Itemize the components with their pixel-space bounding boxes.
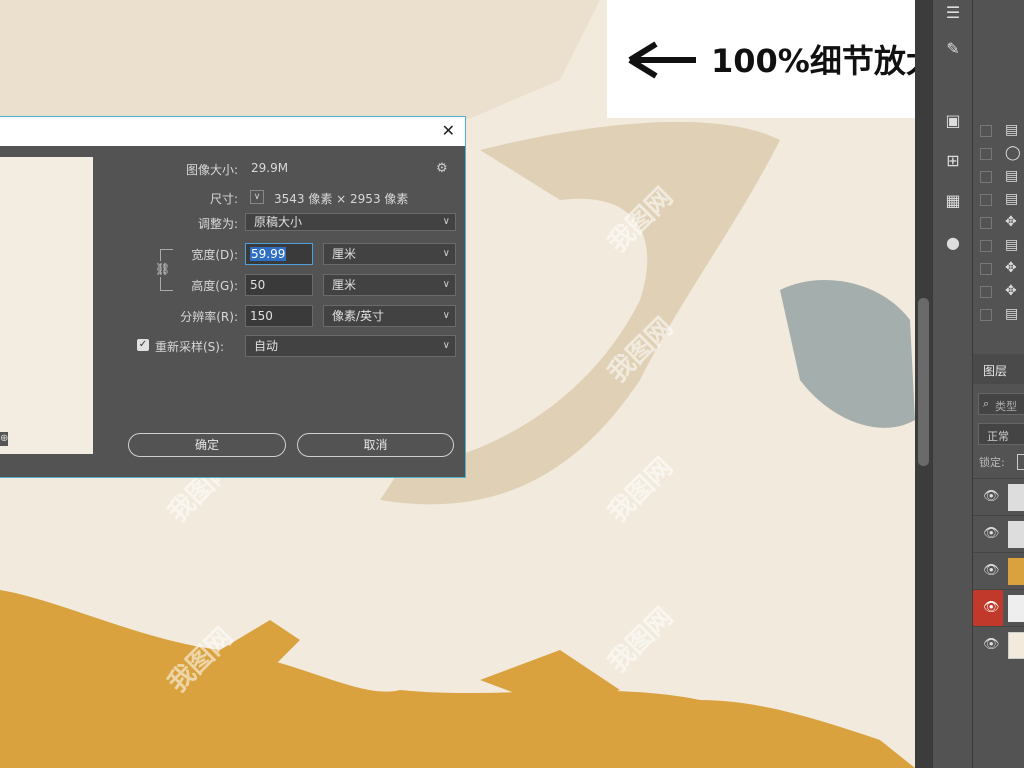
height-unit-select[interactable]: 厘米 ∨ — [323, 274, 456, 296]
layer-filter[interactable]: ⌕ 类型 — [978, 393, 1024, 415]
image-preview: ⊕ — [0, 157, 93, 454]
palette-icon[interactable]: ● — [940, 230, 966, 256]
dialog-titlebar: ✕ — [0, 117, 465, 146]
chevron-down-icon: ∨ — [442, 340, 450, 351]
vertical-scrollbar[interactable] — [915, 0, 932, 768]
resolution-unit-select[interactable]: 像素/英寸 ∨ — [323, 305, 456, 327]
zoom-icon[interactable]: ⊕ — [0, 432, 8, 446]
layer-row[interactable]: 👁 — [973, 552, 1024, 590]
image-size-label: 图像大小: — [185, 163, 238, 177]
layer-thumbnail — [1008, 521, 1024, 548]
chevron-down-icon: ∨ — [442, 310, 450, 321]
image-size-dialog: ✕ ⊕ 图像大小: 29.9M ⚙ 尺寸: ∨ 3543 像素 × 2953 像… — [0, 116, 466, 478]
chevron-down-icon: ∨ — [442, 279, 450, 290]
eye-icon[interactable]: 👁 — [983, 489, 1000, 504]
move-icon[interactable]: ✥ — [1005, 214, 1017, 230]
gear-icon[interactable]: ⚙ — [436, 161, 448, 176]
resolution-field[interactable]: 150 — [245, 305, 313, 327]
fit-to-label: 调整为: — [197, 217, 238, 231]
tool-strip: ☰ ✎ ▣ ⊞ ▦ ● — [932, 0, 973, 768]
resample-label: 重新采样(S): — [155, 340, 225, 354]
document-icon[interactable]: ▤ — [1005, 306, 1018, 322]
image-size-value: 29.9M — [251, 161, 289, 175]
dimensions-value: 3543 像素 × 2953 像素 — [274, 192, 409, 206]
dimensions-label: 尺寸: — [209, 192, 238, 206]
close-icon[interactable]: ✕ — [442, 121, 455, 140]
height-label: 高度(G): — [191, 279, 238, 293]
tab-layers[interactable]: 图层 — [983, 362, 1007, 379]
resample-select[interactable]: 自动 ∨ — [245, 335, 456, 357]
width-unit-select[interactable]: 厘米 ∨ — [323, 243, 456, 265]
document-icon[interactable]: ▤ — [1005, 168, 1018, 184]
chevron-down-icon[interactable]: ∨ — [250, 190, 264, 204]
brush-icon[interactable]: ✎ — [940, 36, 966, 62]
adjust-sliders-icon[interactable]: ☰ — [940, 0, 966, 26]
move-icon[interactable]: ✥ — [1005, 283, 1017, 299]
cancel-button[interactable]: 取消 — [297, 433, 454, 457]
width-label: 宽度(D): — [191, 248, 238, 262]
arrow-left-icon — [628, 40, 698, 80]
layer-thumbnail — [1008, 595, 1024, 622]
document-icon[interactable]: ▤ — [1005, 237, 1018, 253]
eye-icon[interactable]: 👁 — [983, 637, 1000, 652]
lock-transparency-icon[interactable] — [1017, 454, 1024, 470]
width-field[interactable]: 59.99 — [245, 243, 313, 265]
scrollbar-thumb[interactable] — [918, 298, 929, 466]
document-icon[interactable]: ▤ — [1005, 191, 1018, 207]
table-icon[interactable]: ▦ — [940, 188, 966, 214]
blend-mode-select[interactable]: 正常 — [978, 423, 1024, 445]
lock-label: 锁定: — [979, 456, 1005, 469]
search-icon: ⌕ — [983, 397, 990, 410]
height-field[interactable]: 50 — [245, 274, 313, 296]
layer-row[interactable]: 👁 — [973, 478, 1024, 516]
layer-row[interactable]: 👁 — [973, 589, 1024, 627]
eye-icon[interactable]: 👁 — [983, 563, 1000, 578]
layer-row[interactable]: 👁 — [973, 626, 1024, 664]
resample-checkbox[interactable]: ✓ — [137, 339, 149, 351]
layer-row[interactable]: 👁 — [973, 515, 1024, 553]
eye-icon[interactable]: 👁 — [983, 600, 1000, 615]
fit-to-select[interactable]: 原稿大小 ∨ — [245, 213, 456, 231]
ok-button[interactable]: 确定 — [128, 433, 286, 457]
eye-icon[interactable]: 👁 — [983, 526, 1000, 541]
layer-thumbnail — [1008, 632, 1024, 659]
layer-thumbnail — [1008, 558, 1024, 585]
layer-filter-placeholder: 类型 — [995, 400, 1017, 413]
resolution-label: 分辨率(R): — [180, 310, 238, 324]
lasso-icon[interactable]: ◯ — [1005, 145, 1021, 161]
document-icon[interactable]: ▤ — [1005, 122, 1018, 138]
gradient-icon[interactable]: ▣ — [940, 108, 966, 134]
layers-panel: ▤ ◯ ▤ ▤ ✥ ▤ ✥ ✥ ▤ 图层 ⌕ 类型 正常 锁定: 👁 👁 👁 👁… — [972, 0, 1024, 768]
layers-tab-bar: 图层 — [973, 354, 1024, 384]
chevron-down-icon: ∨ — [442, 216, 450, 227]
move-icon[interactable]: ✥ — [1005, 260, 1017, 276]
link-icon[interactable]: ⛓ — [155, 261, 170, 277]
grid-icon[interactable]: ⊞ — [940, 148, 966, 174]
chevron-down-icon: ∨ — [442, 248, 450, 259]
layer-thumbnail — [1008, 484, 1024, 511]
